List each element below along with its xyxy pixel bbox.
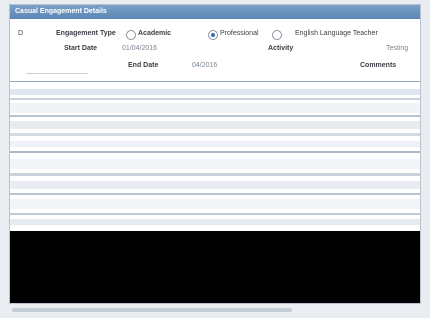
grid-row[interactable] xyxy=(10,181,420,189)
grid-row[interactable] xyxy=(10,219,420,225)
end-comments-row: End Date 04/2016 Comments xyxy=(10,61,420,77)
blank-field[interactable] xyxy=(26,63,88,74)
grid-divider xyxy=(10,81,420,82)
grid-row[interactable] xyxy=(10,121,420,129)
grid-row[interactable] xyxy=(10,89,420,95)
required-marker: D xyxy=(18,30,24,37)
details-grid xyxy=(10,79,420,229)
activity-label: Activity xyxy=(268,45,294,52)
horizontal-scrollbar[interactable] xyxy=(12,308,292,312)
grid-row[interactable] xyxy=(10,159,420,169)
grid-row[interactable] xyxy=(10,98,420,100)
grid-row[interactable] xyxy=(10,213,420,215)
engagement-type-row: D Engagement Type Academic Professional … xyxy=(10,30,420,44)
radio-academic[interactable] xyxy=(126,30,136,40)
radio-english-teacher-label: English Language Teacher xyxy=(295,30,378,37)
radio-professional-label: Professional xyxy=(220,30,259,37)
activity-value[interactable]: Testing xyxy=(386,45,408,52)
grid-row[interactable] xyxy=(10,199,420,209)
grid-row[interactable] xyxy=(10,133,420,136)
grid-row[interactable] xyxy=(10,151,420,153)
radio-professional[interactable] xyxy=(208,30,218,40)
grid-row[interactable] xyxy=(10,103,420,113)
end-date-label: End Date xyxy=(128,62,159,69)
comments-label: Comments xyxy=(360,62,397,69)
start-date-label: Start Date xyxy=(64,45,98,52)
start-date-value[interactable]: 01/04/2016 xyxy=(122,45,157,52)
panel-title: Casual Engagement Details xyxy=(10,5,420,19)
start-activity-row: Start Date 01/04/2016 Activity Testing xyxy=(10,45,420,59)
radio-english-teacher[interactable] xyxy=(272,30,282,40)
grid-row[interactable] xyxy=(10,173,420,176)
end-date-value[interactable]: 04/2016 xyxy=(192,62,217,69)
engagement-type-label: Engagement Type xyxy=(56,30,116,37)
grid-row[interactable] xyxy=(10,115,420,117)
grid-row[interactable] xyxy=(10,141,420,147)
radio-academic-label: Academic xyxy=(138,30,172,37)
casual-engagement-panel: Casual Engagement Details D Engagement T… xyxy=(9,4,421,304)
grid-row[interactable] xyxy=(10,193,420,195)
black-region xyxy=(10,231,420,303)
